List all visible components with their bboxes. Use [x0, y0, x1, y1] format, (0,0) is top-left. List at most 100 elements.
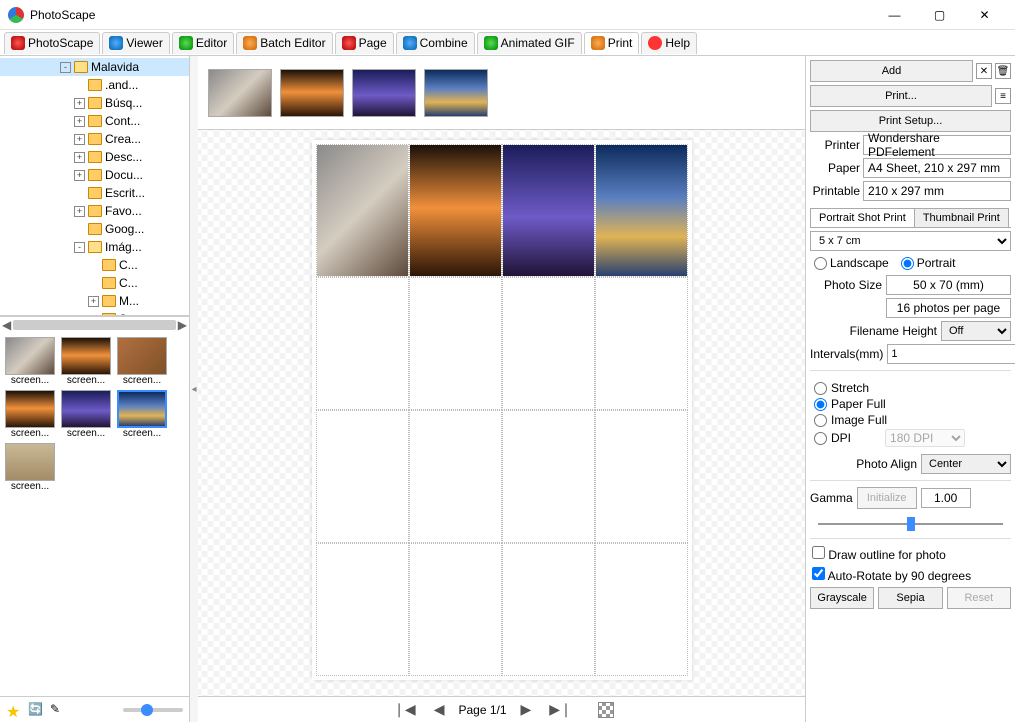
tree-toggle-icon[interactable]: +	[74, 116, 85, 127]
paper-cell[interactable]	[595, 543, 688, 676]
thumbnail-item[interactable]: screen...	[60, 337, 112, 386]
tree-toggle-icon[interactable]: -	[74, 242, 85, 253]
tree-item[interactable]: C...	[0, 256, 189, 274]
radio-portrait[interactable]: Portrait	[901, 256, 956, 270]
edit-icon[interactable]: ✎	[50, 702, 66, 718]
print-canvas-wrap[interactable]	[198, 130, 805, 696]
tab-batch-editor[interactable]: Batch Editor	[236, 32, 332, 54]
favorite-icon[interactable]: ★	[6, 702, 22, 718]
tree-toggle-icon[interactable]: +	[74, 170, 85, 181]
chk-auto-rotate[interactable]: Auto-Rotate by 90 degrees	[812, 567, 971, 583]
tree-item[interactable]: +M...	[0, 292, 189, 310]
nav-first[interactable]: ❘◀	[389, 701, 420, 718]
paper-cell[interactable]	[316, 277, 409, 410]
checker-toggle-icon[interactable]	[598, 702, 614, 718]
tree-item[interactable]: + Crea...	[0, 130, 189, 148]
thumbnail-item[interactable]: screen...	[116, 390, 168, 439]
add-button[interactable]: Add	[810, 60, 973, 82]
strip-image[interactable]	[352, 69, 416, 117]
tab-editor[interactable]: Editor	[172, 32, 234, 54]
tree-item[interactable]: S...	[0, 310, 189, 316]
sepia-button[interactable]: Sepia	[878, 587, 942, 609]
thumbnail-item[interactable]: screen...	[60, 390, 112, 439]
tree-item-label: Crea...	[105, 132, 141, 146]
radio-landscape[interactable]: Landscape	[814, 256, 889, 270]
paper-cell[interactable]	[595, 144, 688, 277]
intervals-input[interactable]	[887, 344, 1015, 364]
thumbnail-item[interactable]: screen...	[4, 443, 56, 492]
paper-cell[interactable]	[595, 277, 688, 410]
tree-item[interactable]: +Cont...	[0, 112, 189, 130]
tab-print[interactable]: Print	[584, 32, 640, 54]
paper-cell[interactable]	[502, 410, 595, 543]
paper-cell[interactable]	[502, 144, 595, 277]
nav-prev[interactable]: ◀	[430, 701, 449, 718]
radio-stretch[interactable]: Stretch	[814, 381, 1007, 395]
tab-portrait-shot[interactable]: Portrait Shot Print	[810, 208, 915, 227]
chk-draw-outline[interactable]: Draw outline for photo	[812, 546, 946, 562]
radio-paper-full[interactable]: Paper Full	[814, 397, 1007, 411]
nav-next[interactable]: ▶	[517, 701, 536, 718]
tree-toggle-icon[interactable]: +	[88, 296, 99, 307]
paper-cell[interactable]	[409, 410, 502, 543]
tab-animated-gif[interactable]: Animated GIF	[477, 32, 582, 54]
paper-cell[interactable]	[409, 543, 502, 676]
paper-cell[interactable]	[502, 277, 595, 410]
trash-icon[interactable]: 🗑	[995, 63, 1011, 79]
paper-cell[interactable]	[409, 144, 502, 277]
photo-size-select[interactable]: 5 x 7 cm	[810, 231, 1011, 251]
filename-height-select[interactable]: Off	[941, 321, 1011, 341]
tab-thumbnail-print[interactable]: Thumbnail Print	[914, 208, 1009, 227]
thumb-size-slider[interactable]	[123, 708, 183, 712]
radio-dpi[interactable]: DPI 180 DPI	[814, 429, 1007, 447]
thumbnail-item[interactable]: screen...	[4, 390, 56, 439]
thumbnail-item[interactable]: screen...	[4, 337, 56, 386]
tree-toggle-icon[interactable]: +	[74, 98, 85, 109]
remove-icon[interactable]: ✕	[976, 63, 992, 79]
tree-item[interactable]: .and...	[0, 76, 189, 94]
paper-cell[interactable]	[316, 543, 409, 676]
paper-cell[interactable]	[409, 277, 502, 410]
tab-photoscape[interactable]: PhotoScape	[4, 32, 100, 54]
folder-tree[interactable]: -Malavida.and...+Búsq...+Cont...+Crea...…	[0, 56, 189, 316]
strip-image[interactable]	[208, 69, 272, 117]
tab-page[interactable]: Page	[335, 32, 394, 54]
print-setup-button[interactable]: Print Setup...	[810, 110, 1011, 132]
paper-cell[interactable]	[316, 144, 409, 277]
tree-toggle-icon[interactable]: +	[74, 134, 85, 145]
tab-help[interactable]: Help	[641, 32, 697, 54]
paper-cell[interactable]	[502, 543, 595, 676]
left-splitter[interactable]: ◂	[190, 56, 198, 722]
gamma-slider[interactable]	[818, 514, 1003, 530]
tree-item[interactable]: +Docu...	[0, 166, 189, 184]
photo-align-select[interactable]: Center	[921, 454, 1011, 474]
tree-item[interactable]: -Malavida	[0, 58, 189, 76]
radio-image-full[interactable]: Image Full	[814, 413, 1007, 427]
close-button[interactable]: ✕	[962, 0, 1007, 30]
paper-cell[interactable]	[316, 410, 409, 543]
paper-cell[interactable]	[595, 410, 688, 543]
maximize-button[interactable]: ▢	[917, 0, 962, 30]
tree-item[interactable]: Goog...	[0, 220, 189, 238]
tab-combine[interactable]: Combine	[396, 32, 475, 54]
refresh-icon[interactable]: 🔄	[28, 702, 44, 718]
tree-item[interactable]: +Favo...	[0, 202, 189, 220]
grayscale-button[interactable]: Grayscale	[810, 587, 874, 609]
strip-image[interactable]	[424, 69, 488, 117]
tree-toggle-icon[interactable]: +	[74, 206, 85, 217]
tree-item[interactable]: C...	[0, 274, 189, 292]
print-button[interactable]: Print...	[810, 85, 992, 107]
tree-item[interactable]: +Desc...	[0, 148, 189, 166]
tree-item[interactable]: -Imág...	[0, 238, 189, 256]
list-icon[interactable]: ≡	[995, 88, 1011, 104]
strip-image[interactable]	[280, 69, 344, 117]
tree-item[interactable]: Escrit...	[0, 184, 189, 202]
tree-toggle-icon[interactable]: -	[60, 62, 71, 73]
nav-last[interactable]: ▶❘	[545, 701, 576, 718]
tree-h-scrollbar[interactable]: ◀▶	[0, 316, 189, 333]
tab-viewer[interactable]: Viewer	[102, 32, 169, 54]
tree-toggle-icon[interactable]: +	[74, 152, 85, 163]
minimize-button[interactable]: —	[872, 0, 917, 30]
thumbnail-item[interactable]: screen...	[116, 337, 168, 386]
tree-item[interactable]: +Búsq...	[0, 94, 189, 112]
